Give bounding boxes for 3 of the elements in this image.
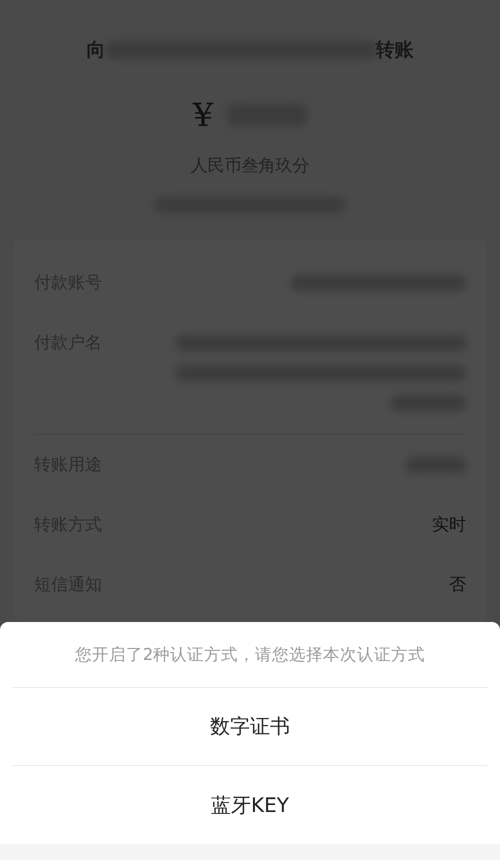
- detail-value: 实时: [432, 514, 466, 537]
- detail-value: 否: [449, 574, 466, 597]
- currency-symbol: ¥: [192, 96, 214, 134]
